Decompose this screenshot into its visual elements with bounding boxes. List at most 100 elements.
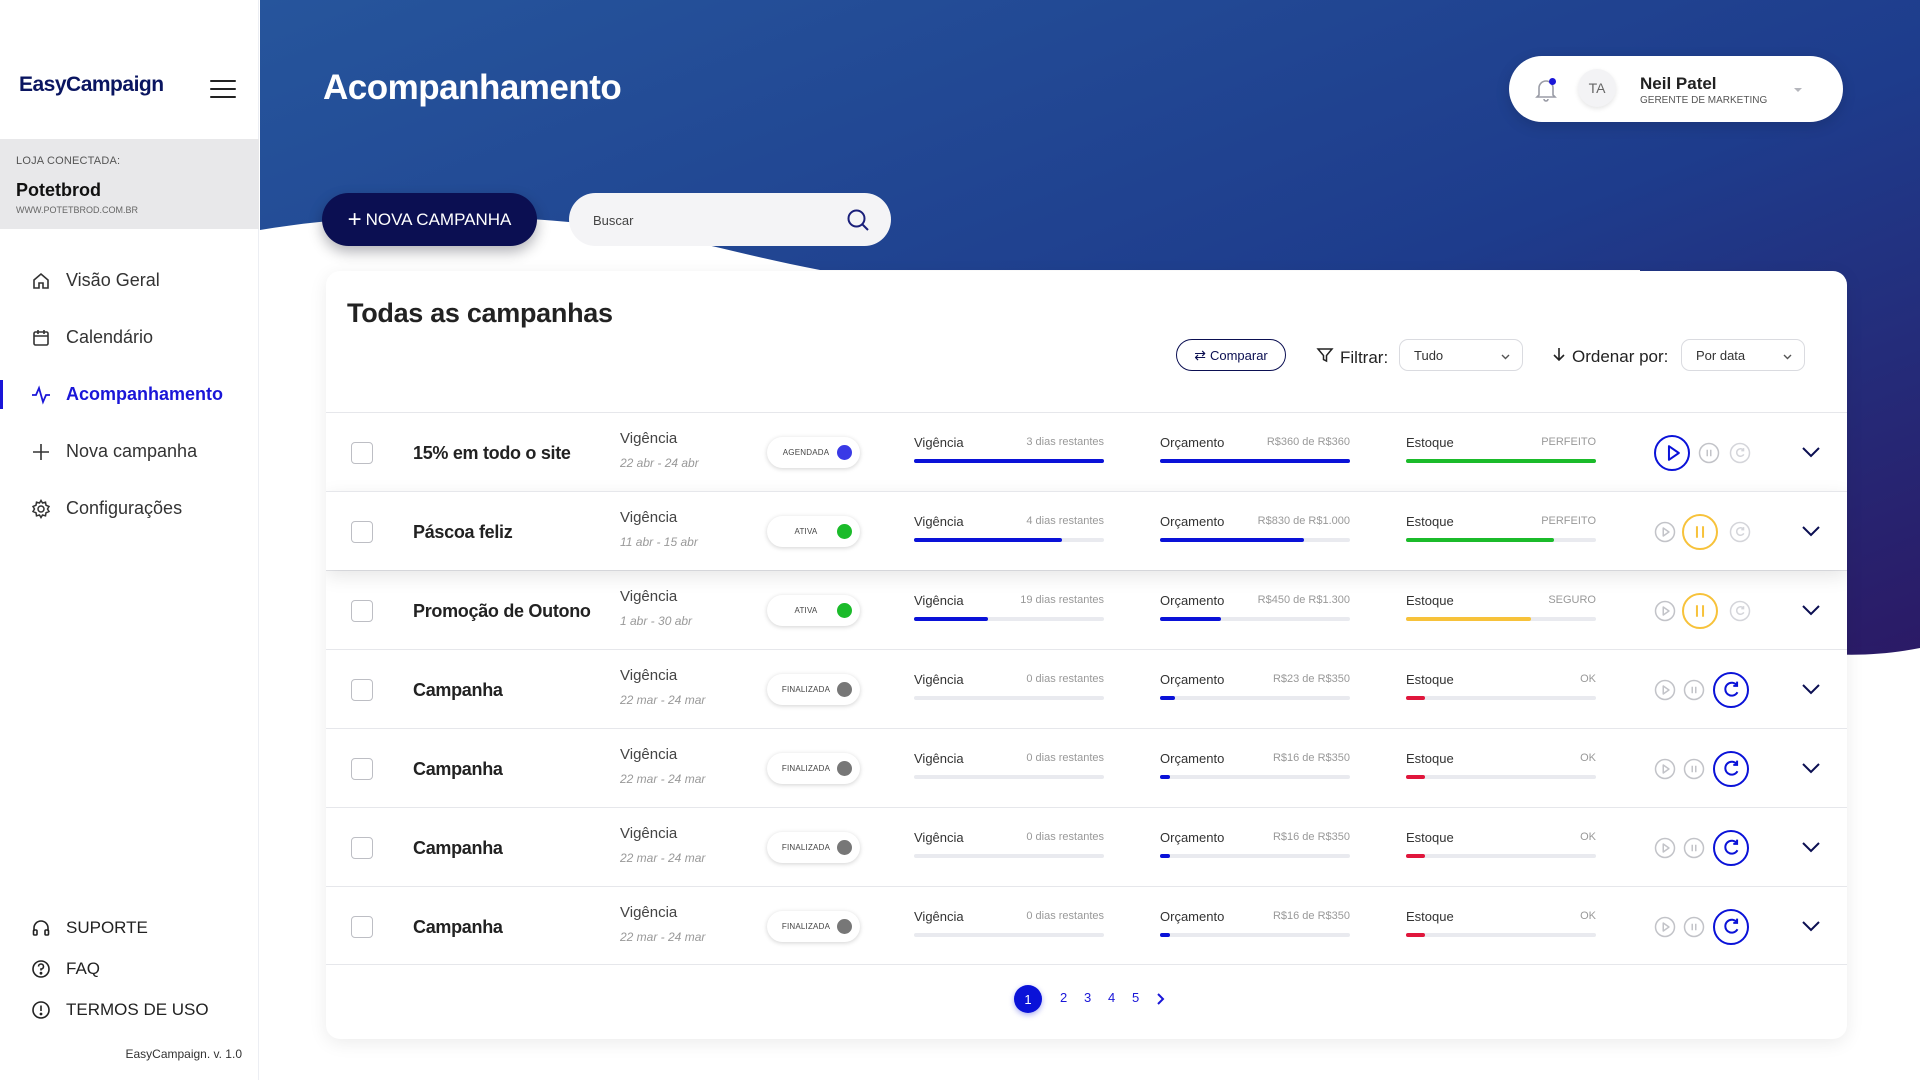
status-toggle[interactable]: ATIVA	[767, 595, 860, 626]
play-icon[interactable]	[1653, 434, 1691, 472]
progress-track	[1160, 538, 1350, 542]
chevron-down-icon[interactable]	[1800, 443, 1822, 461]
new-campaign-button[interactable]: + NOVA CAMPANHA	[322, 193, 537, 246]
reload-icon[interactable]	[1712, 750, 1750, 788]
reload-icon[interactable]	[1712, 908, 1750, 946]
page-3[interactable]: 3	[1084, 990, 1091, 1005]
card-title: Todas as campanhas	[347, 298, 613, 328]
play-icon[interactable]	[1654, 837, 1676, 859]
row-checkbox[interactable]	[351, 916, 373, 938]
reload-icon[interactable]	[1729, 521, 1751, 543]
metric-value: OK	[1580, 752, 1596, 764]
metric-label: Estoque	[1406, 672, 1454, 687]
help-circle-icon	[30, 958, 52, 980]
nav-label: SUPORTE	[66, 917, 148, 937]
hamburger-menu-icon[interactable]	[210, 80, 236, 98]
nav-item-nova-campanha[interactable]: Nova campanha	[0, 423, 259, 480]
nav-item-visao-geral[interactable]: Visão Geral	[0, 252, 259, 309]
compare-button[interactable]: ⇄ Comparar	[1176, 339, 1286, 371]
page-2[interactable]: 2	[1060, 990, 1067, 1005]
campaign-row[interactable]: Páscoa feliz Vigência 11 abr - 15 abr ATIVA…	[326, 491, 1847, 570]
metric-label: Vigência	[914, 830, 964, 845]
reload-icon[interactable]	[1729, 442, 1751, 464]
campaign-row[interactable]: Campanha Vigência 22 mar - 24 mar FINALIZAD…	[326, 728, 1847, 807]
campaign-row[interactable]: 15% em todo o site Vigência 22 abr - 24 ab…	[326, 412, 1847, 491]
status-toggle[interactable]: FINALIZADA	[767, 911, 860, 942]
alert-circle-icon	[30, 999, 52, 1021]
metric-value: 3 dias restantes	[1026, 436, 1104, 448]
status-label: FINALIZADA	[781, 843, 831, 852]
row-checkbox[interactable]	[351, 837, 373, 859]
pause-icon[interactable]	[1683, 758, 1705, 780]
order-select[interactable]: Por data	[1681, 339, 1805, 371]
chevron-down-icon[interactable]	[1800, 522, 1822, 540]
row-checkbox[interactable]	[351, 442, 373, 464]
campaign-row[interactable]: Campanha Vigência 22 mar - 24 mar FINALIZAD…	[326, 649, 1847, 728]
app-logo[interactable]: EasyCampaign	[19, 73, 164, 97]
nav-item-configuracoes[interactable]: Configurações	[0, 480, 259, 537]
nav-item-acompanhamento[interactable]: Acompanhamento	[0, 366, 259, 423]
chevron-down-icon[interactable]	[1800, 838, 1822, 856]
metric-value: R$16 de R$350	[1272, 831, 1350, 843]
progress-track	[914, 775, 1104, 779]
main-nav: Visão Geral Calendário Acompanhamento No…	[0, 252, 259, 537]
progress-fill	[1406, 617, 1532, 621]
metric-label: Orçamento	[1160, 830, 1225, 845]
pause-icon[interactable]	[1681, 513, 1719, 551]
progress-track	[1406, 854, 1596, 858]
progress-fill	[1160, 459, 1350, 463]
nav-item-termos[interactable]: TERMOS DE USO	[0, 989, 259, 1030]
play-icon[interactable]	[1654, 916, 1676, 938]
chevron-down-icon[interactable]	[1800, 759, 1822, 777]
metric-label: Estoque	[1406, 751, 1454, 766]
campaign-row[interactable]: Promoção de Outono Vigência 1 abr - 30 abr…	[326, 570, 1847, 649]
status-toggle[interactable]: FINALIZADA	[767, 753, 860, 784]
play-icon[interactable]	[1654, 679, 1676, 701]
status-toggle[interactable]: FINALIZADA	[767, 832, 860, 863]
row-checkbox[interactable]	[351, 521, 373, 543]
metric-value: 0 dias restantes	[1026, 673, 1104, 685]
page-4[interactable]: 4	[1108, 990, 1115, 1005]
chevron-down-icon[interactable]	[1800, 917, 1822, 935]
play-icon[interactable]	[1654, 600, 1676, 622]
pause-icon[interactable]	[1683, 916, 1705, 938]
status-toggle[interactable]: ATIVA	[767, 516, 860, 547]
status-dot	[837, 761, 852, 776]
bell-icon[interactable]	[1533, 76, 1559, 102]
nav-item-suporte[interactable]: SUPORTE	[0, 907, 259, 948]
avatar[interactable]: TA	[1578, 69, 1616, 107]
play-icon[interactable]	[1654, 758, 1676, 780]
metric-label: Orçamento	[1160, 751, 1225, 766]
sidebar: EasyCampaign LOJA CONECTADA: Potetbrod W…	[0, 0, 259, 1080]
row-checkbox[interactable]	[351, 600, 373, 622]
row-checkbox[interactable]	[351, 758, 373, 780]
pause-icon[interactable]	[1683, 837, 1705, 859]
reload-icon[interactable]	[1729, 600, 1751, 622]
search-input[interactable]	[593, 208, 823, 232]
filter-select[interactable]: Tudo	[1399, 339, 1523, 371]
chevron-down-icon[interactable]	[1800, 601, 1822, 619]
home-icon	[30, 270, 52, 292]
chevron-right-icon[interactable]	[1155, 992, 1165, 1006]
reload-icon[interactable]	[1712, 829, 1750, 867]
reload-icon[interactable]	[1712, 671, 1750, 709]
chevron-down-icon[interactable]	[1792, 83, 1804, 95]
row-checkbox[interactable]	[351, 679, 373, 701]
status-toggle[interactable]: AGENDADA	[767, 437, 860, 468]
user-menu[interactable]: TA Neil Patel GERENTE DE MARKETING	[1509, 56, 1843, 122]
campaign-row[interactable]: Campanha Vigência 22 mar - 24 mar FINALIZAD…	[326, 807, 1847, 886]
status-toggle[interactable]: FINALIZADA	[767, 674, 860, 705]
page-5[interactable]: 5	[1132, 990, 1139, 1005]
period-dates: 22 mar - 24 mar	[620, 851, 706, 865]
pause-icon[interactable]	[1681, 592, 1719, 630]
play-icon[interactable]	[1654, 521, 1676, 543]
pause-icon[interactable]	[1683, 679, 1705, 701]
metric-value: R$360 de R$360	[1266, 436, 1350, 448]
chevron-down-icon[interactable]	[1800, 680, 1822, 698]
nav-item-faq[interactable]: FAQ	[0, 948, 259, 989]
page-1[interactable]: 1	[1014, 985, 1042, 1013]
nav-item-calendario[interactable]: Calendário	[0, 309, 259, 366]
search-icon[interactable]	[845, 207, 871, 233]
pause-icon[interactable]	[1698, 442, 1720, 464]
campaign-row[interactable]: Campanha Vigência 22 mar - 24 mar FINALIZAD…	[326, 886, 1847, 965]
